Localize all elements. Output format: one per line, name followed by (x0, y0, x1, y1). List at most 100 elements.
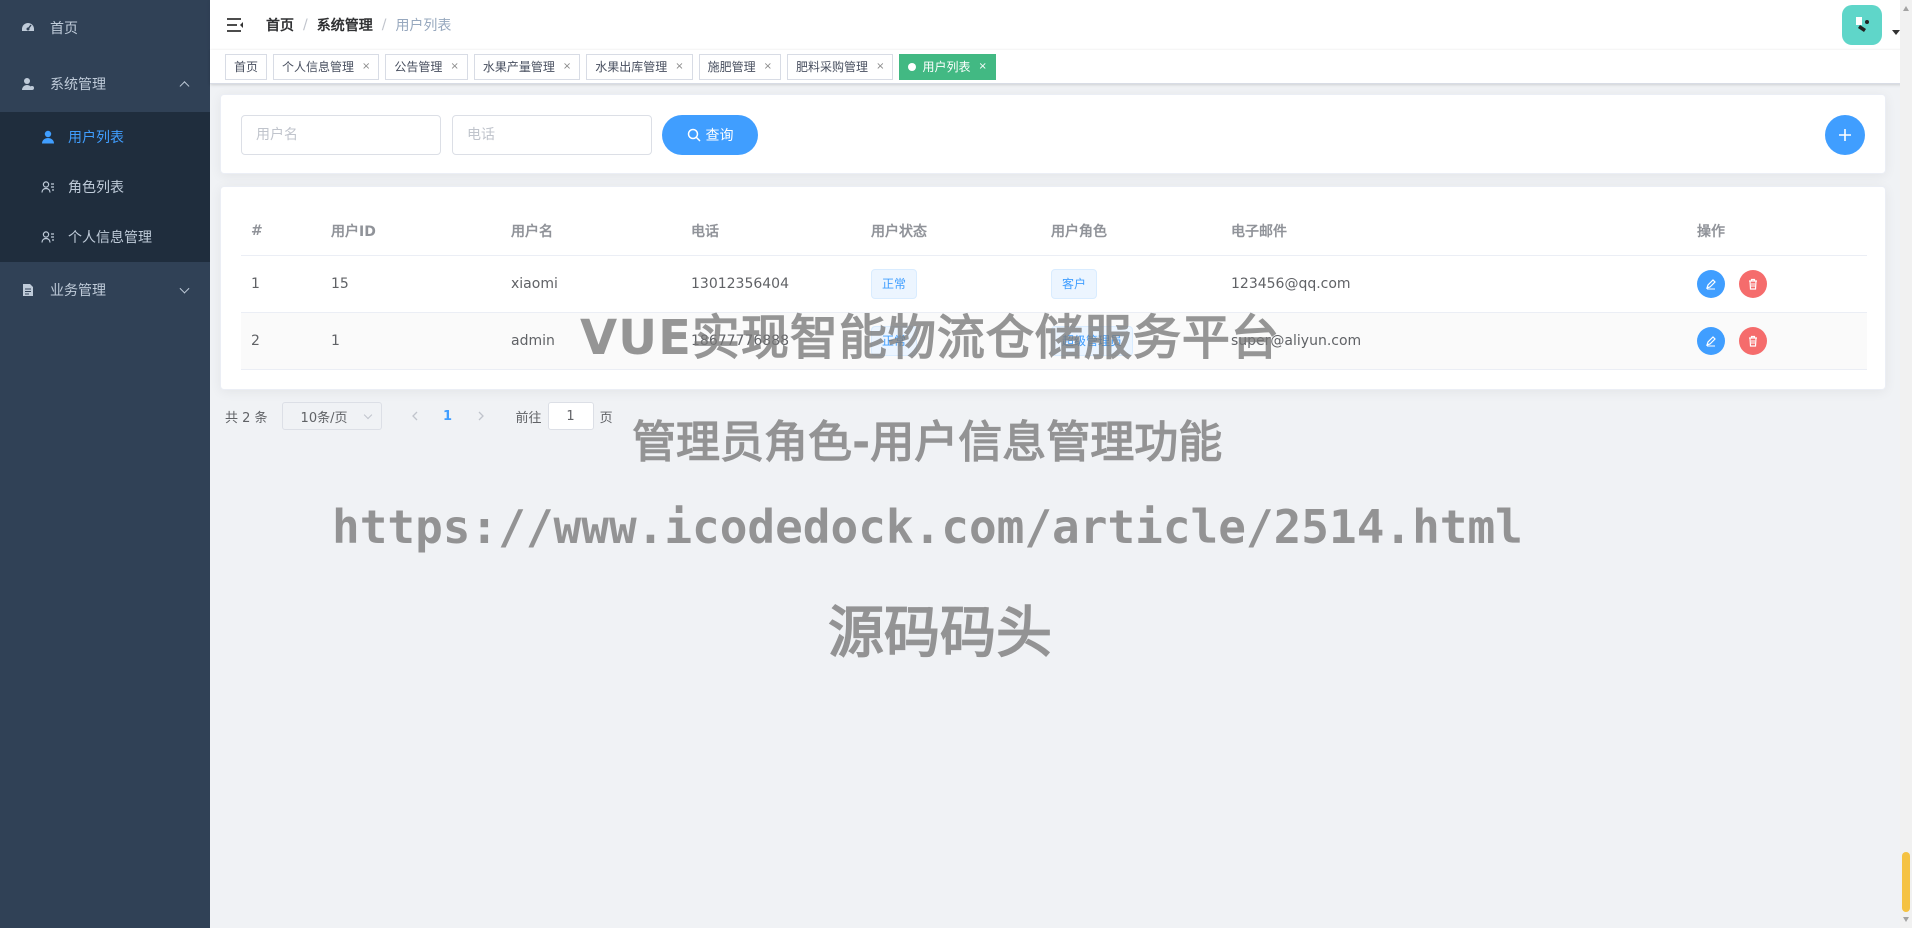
edit-icon (1706, 335, 1716, 346)
close-icon[interactable]: × (876, 61, 884, 72)
close-icon[interactable]: × (563, 61, 571, 72)
watermark-brand: 源码码头 (828, 601, 1052, 666)
page-size-value: 10条/页 (300, 410, 348, 426)
scrollbar-thumb[interactable] (1902, 852, 1910, 912)
cell-status: 正常 (861, 312, 1041, 370)
tag-label: 首页 (234, 60, 259, 74)
role-icon (40, 179, 56, 195)
table-row: 2 1 admin 18677776888 正常 超级管理员 super@ali… (241, 312, 1867, 370)
search-icon (687, 128, 701, 142)
cell-phone: 13012356404 (681, 255, 861, 313)
user-icon (40, 129, 56, 145)
edit-button[interactable] (1697, 326, 1725, 355)
cell-actions (1687, 255, 1867, 313)
cell-role: 客户 (1041, 255, 1221, 313)
role-badge: 客户 (1051, 268, 1098, 299)
cell-email: 123456@qq.com (1221, 255, 1687, 313)
tag-label: 个人信息管理 (282, 60, 355, 74)
tag-label: 肥料采购管理 (796, 60, 869, 74)
tag-notice[interactable]: 公告管理 × (385, 53, 468, 80)
sidebar-item-user-list[interactable]: 用户列表 (0, 112, 210, 162)
tag-home[interactable]: 首页 (225, 53, 268, 80)
delete-button[interactable] (1739, 326, 1768, 355)
username-input[interactable] (241, 115, 441, 155)
sidebar-item-label: 用户列表 (68, 130, 124, 146)
add-user-button[interactable] (1825, 115, 1865, 155)
caret-down-icon[interactable] (1892, 30, 1900, 35)
next-page-button[interactable] (466, 402, 496, 430)
breadcrumb-system[interactable]: 系统管理 (317, 15, 373, 35)
watermark-subtitle: 管理员角色-用户信息管理功能 (632, 417, 1223, 468)
cell-index: 2 (241, 312, 321, 370)
page-jumper: 前往 页 (516, 402, 613, 430)
search-button[interactable]: 查询 (662, 115, 758, 155)
status-badge: 正常 (871, 268, 918, 299)
chevron-down-icon (179, 283, 190, 294)
navbar: 首页 / 系统管理 / 用户列表 (210, 0, 1912, 50)
table-row: 1 15 xiaomi 13012356404 正常 客户 123456@qq.… (241, 255, 1867, 313)
page-scrollbar[interactable] (1900, 0, 1912, 928)
hamburger-icon[interactable] (226, 15, 246, 35)
cell-index: 1 (241, 255, 321, 313)
page-size-select[interactable]: 10条/页 (281, 402, 382, 430)
trash-icon (1749, 335, 1758, 347)
user-admin-icon (20, 76, 36, 92)
prev-page-button[interactable] (400, 402, 430, 430)
role-badge: 超级管理员 (1051, 325, 1134, 356)
goto-suffix: 页 (599, 410, 613, 426)
tag-label: 公告管理 (394, 60, 443, 74)
column-header: 用户ID (321, 207, 501, 256)
page-number[interactable]: 1 (430, 402, 466, 430)
dashboard-icon (20, 20, 36, 36)
cell-user-id: 1 (321, 312, 501, 370)
status-badge: 正常 (871, 325, 918, 356)
sidebar-item-role-list[interactable]: 角色列表 (0, 162, 210, 212)
cell-phone: 18677776888 (681, 312, 861, 370)
breadcrumb-current: 用户列表 (395, 18, 452, 34)
sidebar-item-system[interactable]: 系统管理 (0, 56, 210, 112)
goto-prefix: 前往 (515, 410, 542, 426)
goto-page-input[interactable] (547, 402, 594, 430)
sidebar-item-label: 业务管理 (50, 283, 106, 299)
phone-input[interactable] (452, 115, 652, 155)
column-header: 用户名 (501, 207, 681, 256)
tag-fertilizer-purchase[interactable]: 肥料采购管理 × (787, 53, 894, 80)
pagination-total: 共 2 条 (225, 410, 268, 426)
sidebar-item-business[interactable]: 业务管理 (0, 262, 210, 318)
tag-user-list[interactable]: 用户列表 × (899, 53, 996, 80)
sidebar-item-profile[interactable]: 个人信息管理 (0, 212, 210, 262)
sidebar: 首页 系统管理 用户列表 角色列表 个人信息管理 业务管理 (0, 0, 210, 928)
delete-button[interactable] (1739, 269, 1768, 298)
user-table: # 用户ID 用户名 电话 用户状态 用户角色 电子邮件 操作 1 15 xia… (241, 207, 1867, 370)
edit-icon (1706, 278, 1716, 289)
table-header-row: # 用户ID 用户名 电话 用户状态 用户角色 电子邮件 操作 (241, 207, 1867, 256)
column-header: 电话 (681, 207, 861, 256)
chevron-down-icon (363, 410, 372, 420)
tag-fertilize[interactable]: 施肥管理 × (698, 53, 782, 80)
scroll-down-icon[interactable] (1903, 917, 1909, 922)
breadcrumb: 首页 / 系统管理 / 用户列表 (266, 15, 451, 35)
trash-icon (1749, 278, 1758, 290)
search-button-label: 查询 (705, 128, 734, 144)
tag-label: 水果出库管理 (595, 60, 668, 74)
tags-view: 首页 个人信息管理 × 公告管理 × 水果产量管理 × 水果出库管理 × 施肥管… (210, 50, 1912, 84)
sidebar-item-home[interactable]: 首页 (0, 0, 210, 56)
close-icon[interactable]: × (362, 61, 370, 72)
breadcrumb-home[interactable]: 首页 (266, 15, 294, 35)
tag-fruit-outbound[interactable]: 水果出库管理 × (586, 53, 693, 80)
scroll-up-icon[interactable] (1903, 6, 1909, 11)
tag-profile[interactable]: 个人信息管理 × (273, 53, 380, 80)
avatar[interactable] (1842, 5, 1882, 45)
close-icon[interactable]: × (675, 61, 683, 72)
close-icon[interactable]: × (764, 61, 772, 72)
edit-button[interactable] (1697, 269, 1725, 298)
watermark-url: https://www.icodedock.com/article/2514.h… (332, 500, 1523, 554)
close-icon[interactable]: × (978, 61, 986, 72)
sidebar-item-label: 首页 (50, 21, 78, 37)
column-header: 操作 (1687, 207, 1867, 256)
close-icon[interactable]: × (450, 61, 458, 72)
tag-fruit-output[interactable]: 水果产量管理 × (473, 53, 581, 80)
pagination: 共 2 条 10条/页 1 前往 页 (225, 402, 613, 430)
breadcrumb-separator: / (381, 17, 387, 33)
cell-actions (1687, 312, 1867, 370)
